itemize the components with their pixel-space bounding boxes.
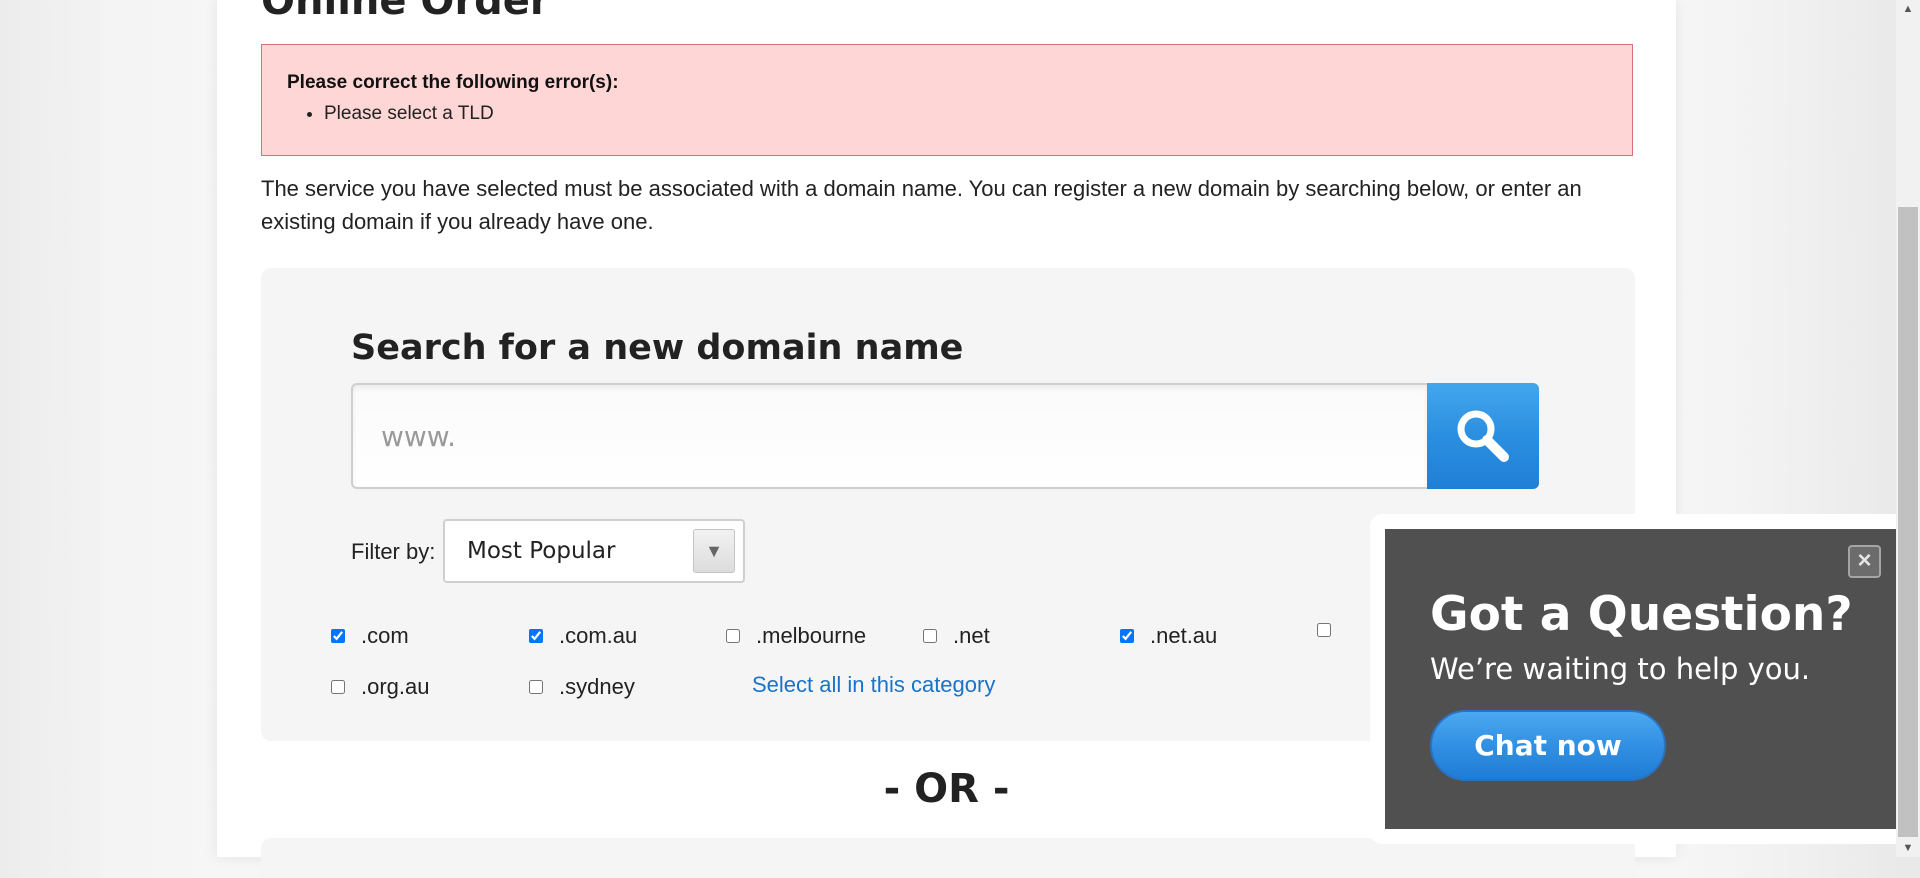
chat-now-button[interactable]: Chat now xyxy=(1430,710,1666,781)
triangle-down-icon: ▼ xyxy=(693,529,735,573)
tld-option-com-au[interactable]: .com.au xyxy=(529,623,637,649)
page-title: Online Order xyxy=(261,0,550,24)
tld-label: .sydney xyxy=(559,674,635,699)
vertical-scrollbar[interactable]: ▲ ▼ xyxy=(1896,0,1920,857)
tld-label: .net xyxy=(953,623,990,648)
filter-select[interactable]: Most Popular ▼ xyxy=(443,519,745,583)
error-message-box: Please correct the following error(s): P… xyxy=(261,44,1633,156)
tld-option-org-au[interactable]: .org.au xyxy=(331,674,430,700)
search-title: Search for a new domain name xyxy=(351,328,964,368)
tld-label: .com xyxy=(361,623,409,648)
filter-label: Filter by: xyxy=(351,539,436,564)
search-icon xyxy=(1457,410,1509,462)
tld-checkbox-hidden[interactable] xyxy=(1317,623,1331,637)
scroll-up-icon[interactable]: ▲ xyxy=(1896,2,1920,16)
tld-label: .com.au xyxy=(559,623,638,648)
search-button[interactable] xyxy=(1427,383,1539,489)
tld-label: .net.au xyxy=(1150,623,1218,648)
tld-checkbox-melbourne[interactable] xyxy=(726,629,740,643)
tld-checkbox-org-au[interactable] xyxy=(331,680,345,694)
chat-title: Got a Question? xyxy=(1430,587,1853,642)
tld-label: .org.au xyxy=(361,674,430,699)
tld-option-com[interactable]: .com xyxy=(331,623,409,649)
chat-popup: × Got a Question? We’re waiting to help … xyxy=(1385,529,1896,829)
tld-checkbox-sydney[interactable] xyxy=(529,680,543,694)
tld-option-net[interactable]: .net xyxy=(923,623,990,649)
error-title: Please correct the following error(s): xyxy=(287,72,619,93)
tld-checkbox-net-au[interactable] xyxy=(1120,629,1134,643)
tld-label: .melbourne xyxy=(756,623,867,648)
error-item: Please select a TLD xyxy=(324,103,1607,125)
close-icon[interactable]: × xyxy=(1848,545,1881,578)
tld-checkbox-com[interactable] xyxy=(331,629,345,643)
chat-subtitle: We’re waiting to help you. xyxy=(1430,652,1811,686)
tld-option-hidden[interactable] xyxy=(1317,623,1347,637)
filter-selected-value: Most Popular xyxy=(467,538,616,564)
tld-option-net-au[interactable]: .net.au xyxy=(1120,623,1217,649)
intro-text: The service you have selected must be as… xyxy=(261,176,1582,234)
scroll-down-icon[interactable]: ▼ xyxy=(1896,841,1920,855)
error-list: Please select a TLD xyxy=(287,103,1607,125)
existing-domain-panel xyxy=(261,838,1635,878)
tld-checkbox-net[interactable] xyxy=(923,629,937,643)
select-all-link[interactable]: Select all in this category xyxy=(752,672,995,698)
scrollbar-thumb[interactable] xyxy=(1898,207,1918,837)
tld-checkbox-com-au[interactable] xyxy=(529,629,543,643)
tld-option-melbourne[interactable]: .melbourne xyxy=(726,623,866,649)
domain-search-input[interactable] xyxy=(351,383,1427,489)
tld-option-sydney[interactable]: .sydney xyxy=(529,674,635,700)
